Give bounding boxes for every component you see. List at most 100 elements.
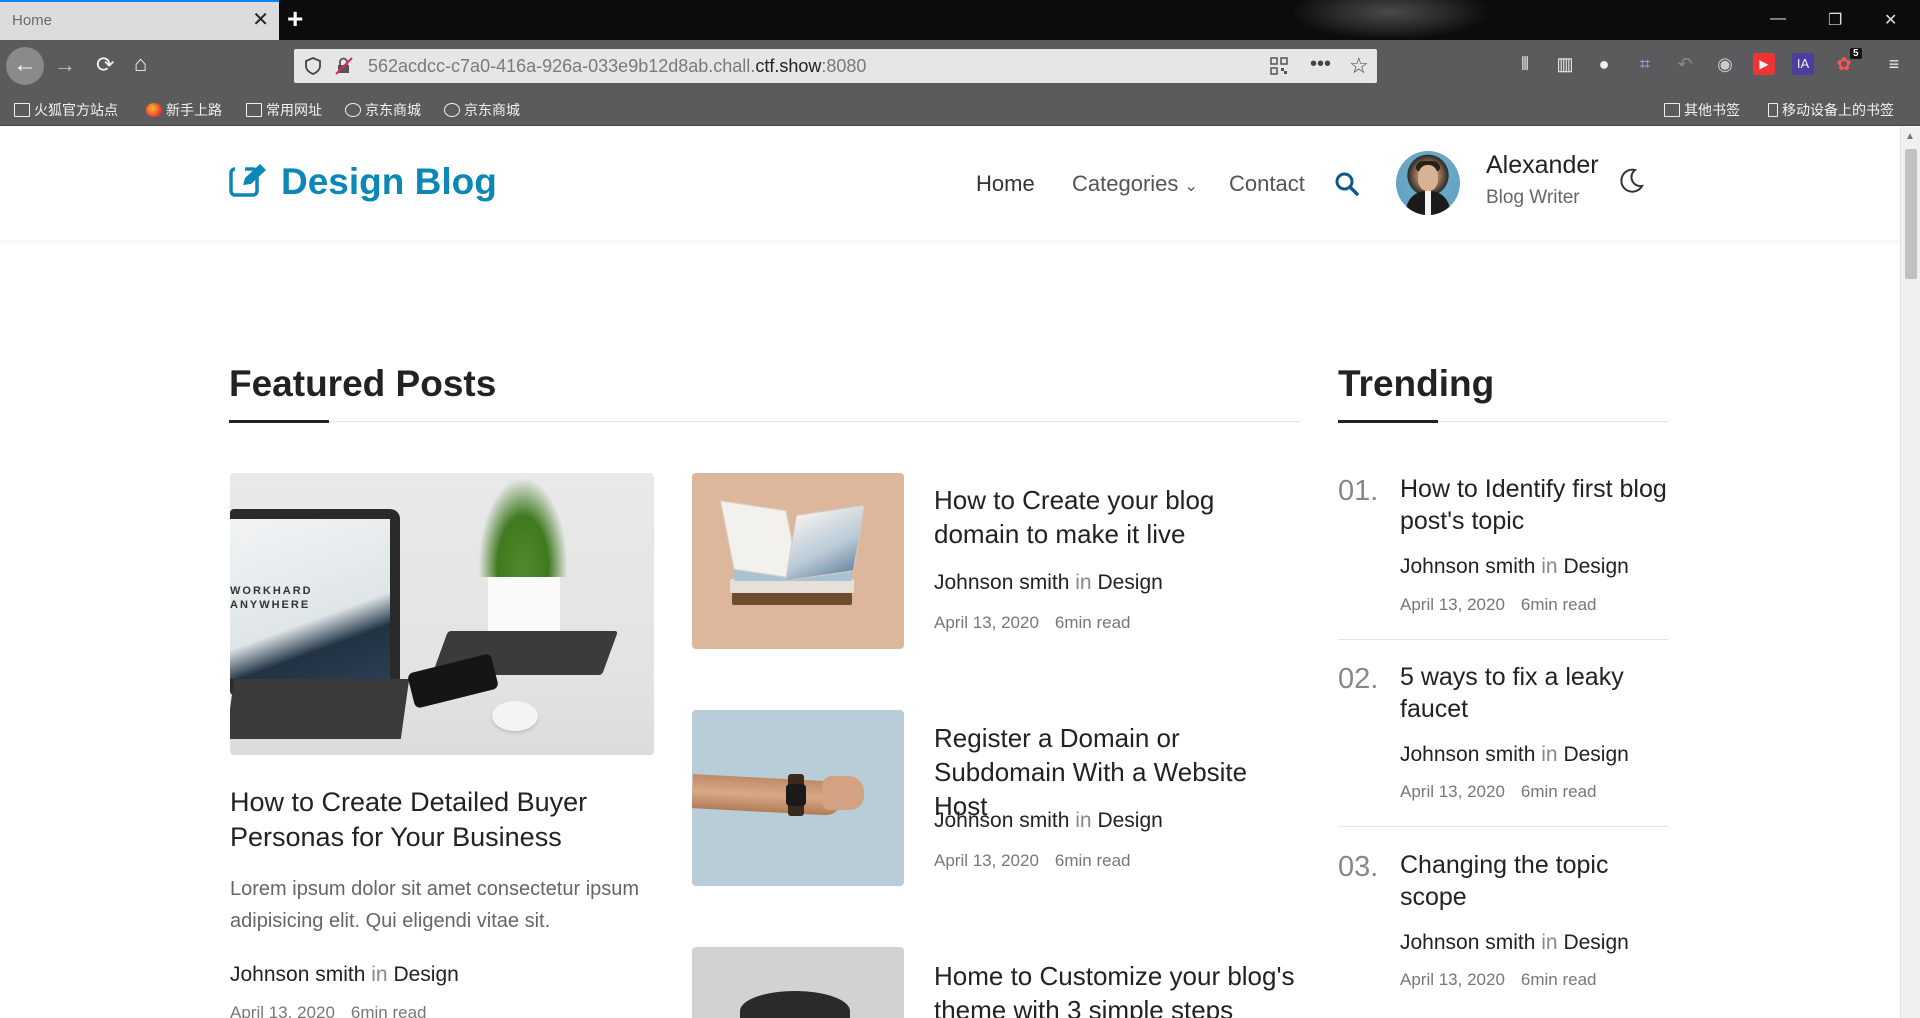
trending-number: 01. — [1338, 475, 1379, 507]
post-meta: Johnson smith in Design — [934, 809, 1163, 832]
author-link[interactable]: Johnson smith — [230, 963, 365, 986]
folder-icon — [246, 103, 262, 117]
trending-title[interactable]: 5 ways to fix a leaky faucet — [1400, 661, 1680, 725]
bookmark-star-icon[interactable]: ☆ — [1349, 53, 1369, 79]
scrollbar-thumb[interactable] — [1905, 149, 1917, 279]
author-link[interactable]: Johnson smith — [934, 809, 1069, 832]
folder-icon — [1768, 103, 1778, 117]
post-title[interactable]: How to Create your blog domain to make i… — [934, 483, 1304, 551]
scroll-up-arrow-icon[interactable]: ▲ — [1905, 131, 1915, 142]
featured-main-excerpt: Lorem ipsum dolor sit amet consectetur i… — [230, 878, 640, 932]
extension-circle-icon[interactable]: ◉ — [1714, 53, 1736, 75]
featured-main-title[interactable]: How to Create Detailed Buyer Personas fo… — [230, 785, 650, 855]
minimize-button[interactable]: — — [1770, 10, 1786, 28]
trending-date: April 13, 2020 6min read — [1400, 970, 1597, 989]
author-role: Blog Writer — [1486, 187, 1580, 208]
bookmark-folder-mobile[interactable]: 移动设备上的书签 — [1768, 100, 1894, 120]
browser-tab-home[interactable]: Home ✕ — [0, 0, 279, 40]
crop-icon[interactable]: ⌗ — [1634, 53, 1656, 75]
author-name[interactable]: Alexander — [1486, 151, 1599, 180]
url-text[interactable]: 562acdcc-c7a0-416a-926a-033e9b12d8ab.cha… — [368, 56, 866, 77]
featured-main-meta: Johnson smith in Design — [230, 963, 459, 986]
qr-code-icon[interactable] — [1270, 57, 1288, 75]
post-date: April 13, 2020 6min read — [934, 851, 1131, 870]
trending-heading: Trending — [1338, 363, 1495, 404]
featured-main-date: April 13, 2020 6min read — [230, 1003, 427, 1018]
sidebar-icon[interactable]: ▥ — [1554, 53, 1576, 75]
trending-date: April 13, 2020 6min read — [1400, 595, 1597, 614]
post-date: April 13, 2020 6min read — [934, 613, 1131, 632]
category-link[interactable]: Design — [1563, 931, 1628, 954]
insecure-lock-icon[interactable] — [334, 57, 354, 75]
bookmark-item[interactable]: 新手上路 — [146, 100, 222, 120]
featured-main-image[interactable]: WORKHARD ANYWHERE — [230, 473, 654, 755]
tab-close-icon[interactable]: ✕ — [252, 10, 269, 30]
post-title[interactable]: Home to Customize your blog's theme with… — [934, 959, 1314, 1018]
trending-meta: Johnson smith in Design — [1400, 931, 1629, 954]
edit-icon[interactable] — [229, 163, 267, 197]
author-link[interactable]: Johnson smith — [1400, 555, 1535, 578]
avatar[interactable] — [1396, 151, 1460, 215]
trending-title[interactable]: Changing the topic scope — [1400, 849, 1680, 913]
category-link[interactable]: Design — [1563, 743, 1628, 766]
moon-icon[interactable] — [1617, 167, 1645, 195]
post-title[interactable]: Register a Domain or Subdomain With a We… — [934, 721, 1304, 823]
web-page: Design Blog Home Categories ⌄ Contact Al… — [0, 127, 1900, 1018]
chevron-down-icon: ⌄ — [1184, 178, 1198, 195]
new-tab-button[interactable]: + — [287, 4, 303, 34]
folder-icon — [14, 103, 30, 117]
post-image-hat[interactable] — [692, 947, 904, 1018]
author-link[interactable]: Johnson smith — [1400, 931, 1535, 954]
nav-categories[interactable]: Categories ⌄ — [1072, 171, 1198, 197]
home-icon[interactable]: ⌂ — [134, 53, 147, 75]
reload-button[interactable]: ⟳ — [96, 54, 114, 76]
bookmark-item[interactable]: 常用网址 — [246, 100, 322, 120]
shield-icon[interactable] — [304, 57, 322, 75]
category-link[interactable]: Design — [393, 963, 458, 986]
library-icon[interactable]: ⫴ — [1514, 53, 1536, 75]
featured-divider — [229, 421, 1300, 422]
page-scrollbar[interactable]: ▲ — [1900, 127, 1920, 1018]
featured-accent — [229, 420, 329, 423]
trending-meta: Johnson smith in Design — [1400, 555, 1629, 578]
trending-title[interactable]: How to Identify first blog post's topic — [1400, 473, 1680, 537]
close-window-button[interactable]: ✕ — [1884, 10, 1897, 30]
trending-date: April 13, 2020 6min read — [1400, 782, 1597, 801]
video-extension-icon[interactable]: ▶ — [1753, 53, 1775, 75]
forward-button[interactable]: → — [54, 54, 76, 76]
site-header: Design Blog Home Categories ⌄ Contact Al… — [0, 127, 1900, 240]
post-image-book[interactable] — [692, 473, 904, 649]
account-icon[interactable]: ● — [1593, 53, 1615, 75]
trending-number: 02. — [1338, 663, 1379, 695]
trending-number: 03. — [1338, 851, 1379, 883]
author-link[interactable]: Johnson smith — [934, 571, 1069, 594]
search-icon[interactable] — [1334, 171, 1360, 197]
bookmark-item[interactable]: 京东商城 — [444, 100, 520, 120]
firefox-icon — [146, 103, 162, 117]
bookmark-item[interactable]: 火狐官方站点 — [14, 100, 118, 120]
menu-icon[interactable]: ≡ — [1883, 53, 1905, 75]
category-link[interactable]: Design — [1563, 555, 1628, 578]
post-meta: Johnson smith in Design — [934, 571, 1163, 594]
tab-title: Home — [12, 12, 53, 29]
globe-icon — [444, 103, 460, 117]
page-actions-icon[interactable]: ••• — [1310, 53, 1331, 76]
bookmark-folder-other[interactable]: 其他书签 — [1664, 100, 1740, 120]
url-bar[interactable]: 562acdcc-c7a0-416a-926a-033e9b12d8ab.cha… — [294, 49, 1377, 83]
folder-icon — [1664, 103, 1680, 117]
bookmarks-bar: 火狐官方站点 新手上路 常用网址 京东商城 京东商城 其他书签 移动设备上的书签 — [0, 92, 1920, 126]
post-image-watch[interactable] — [692, 710, 904, 886]
restore-button[interactable]: ❐ — [1828, 10, 1842, 30]
trending-meta: Johnson smith in Design — [1400, 743, 1629, 766]
category-link[interactable]: Design — [1097, 809, 1162, 832]
undo-icon[interactable]: ↶ — [1674, 53, 1696, 75]
site-logo[interactable]: Design Blog — [281, 161, 497, 203]
nav-home[interactable]: Home — [976, 171, 1035, 197]
trending-separator — [1338, 826, 1668, 827]
nav-contact[interactable]: Contact — [1229, 171, 1305, 197]
bookmark-item[interactable]: 京东商城 — [345, 100, 421, 120]
back-button[interactable]: ← — [6, 47, 44, 85]
category-link[interactable]: Design — [1097, 571, 1162, 594]
ia-extension-icon[interactable]: IA — [1792, 53, 1814, 75]
author-link[interactable]: Johnson smith — [1400, 743, 1535, 766]
